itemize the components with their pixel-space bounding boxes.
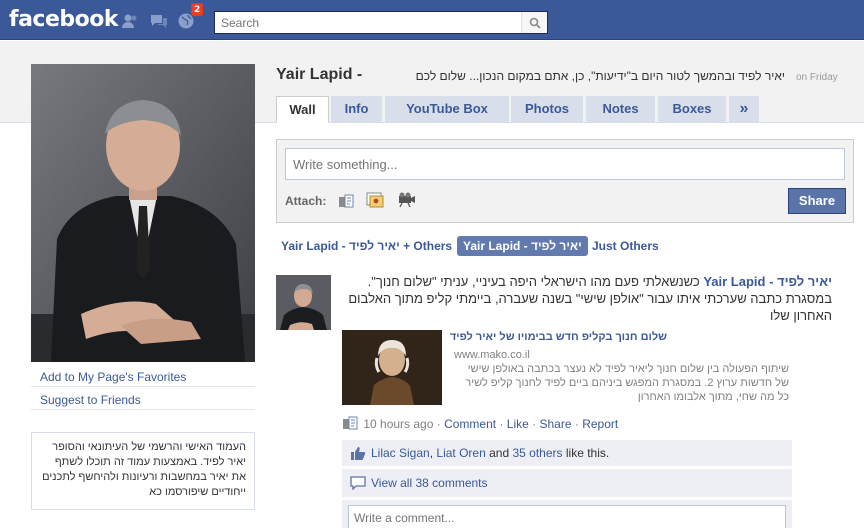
story-author-avatar[interactable]: [276, 275, 331, 330]
story-meta: 10 hours ago · Comment · Like · Share · …: [342, 415, 618, 431]
facebook-logo[interactable]: facebook: [9, 7, 119, 32]
story-author-name-he[interactable]: יאיר לפיד: [777, 274, 832, 289]
tab-youtube-box[interactable]: YouTube Box: [385, 96, 509, 122]
filter-just-others[interactable]: Just Others: [592, 236, 659, 256]
story-author-name-en[interactable]: Yair Lapid -: [703, 274, 773, 289]
search-icon: [529, 17, 541, 29]
liker-name[interactable]: Lilac Sigan: [371, 446, 430, 460]
search-box: [214, 11, 548, 34]
add-to-favorites-link[interactable]: Add to My Page's Favorites: [31, 365, 255, 387]
share-link[interactable]: Share: [540, 417, 572, 431]
likes-others-link[interactable]: 35 others: [512, 446, 562, 460]
view-all-comments-row: View all 38 comments: [342, 469, 792, 497]
attach-photo-icon[interactable]: [365, 191, 385, 209]
likes-suffix-text: like this.: [565, 446, 610, 460]
link-attachment-domain: www.mako.co.il: [454, 349, 530, 361]
thumbs-up-icon: [351, 447, 366, 460]
share-button[interactable]: Share: [788, 188, 846, 214]
search-input[interactable]: [215, 12, 521, 33]
status-composer-input[interactable]: [285, 148, 845, 180]
friend-requests-icon[interactable]: [120, 11, 140, 31]
tab-boxes[interactable]: Boxes: [658, 96, 726, 122]
filter-page-only[interactable]: Yair Lapid - יאיר לפיד: [457, 236, 588, 256]
likes-and-text: and: [489, 446, 510, 460]
tab-info[interactable]: Info: [331, 96, 382, 122]
link-attachment-title[interactable]: שלום חנוך בקליפ חדש בבימויו של יאיר לפיד: [450, 331, 667, 343]
tab-photos[interactable]: Photos: [511, 96, 583, 122]
tab-wall[interactable]: Wall: [276, 96, 329, 123]
comment-link[interactable]: Comment: [444, 417, 496, 431]
top-bar: facebook 2: [0, 0, 864, 40]
suggest-to-friends-link[interactable]: Suggest to Friends: [31, 388, 255, 410]
report-link[interactable]: Report: [582, 417, 618, 431]
search-button[interactable]: [521, 12, 547, 33]
attach-video-icon[interactable]: [396, 191, 416, 209]
link-post-icon: [343, 416, 358, 430]
comment-composer: [342, 500, 792, 528]
attach-status-icon[interactable]: [336, 191, 356, 209]
notifications-badge: 2: [191, 3, 204, 16]
comment-input[interactable]: [348, 505, 786, 528]
tab-notes[interactable]: Notes: [586, 96, 655, 122]
comments-icon: [350, 476, 366, 490]
story-message: יאיר לפיד Yair Lapid - כשנשאלתי פעם מהו …: [342, 273, 832, 324]
liker-name[interactable]: Liat Oren: [436, 446, 485, 460]
messages-icon[interactable]: [149, 11, 169, 31]
status-text: יאיר לפיד ובהמשך לטור היום ב"ידיעות", כן…: [415, 69, 785, 83]
likes-summary: Lilac Sigan, Liat Oren and 35 others lik…: [342, 440, 792, 466]
profile-bio: העמוד האישי והרשמי של העיתונאי והסופר יא…: [31, 432, 255, 510]
filter-page-and-others[interactable]: Yair Lapid - יאיר לפיד + Others: [281, 236, 452, 256]
attach-label: Attach:: [285, 194, 327, 208]
status-time[interactable]: on Friday: [796, 72, 838, 83]
profile-header: Yair Lapid - יאיר לפיד ובהמשך לטור היום …: [276, 66, 846, 88]
link-attachment-description: שיתוף הפעולה בין שלום חנוך ליאיר לפיד לא…: [465, 363, 789, 403]
tabs-more-button[interactable]: »: [729, 96, 759, 122]
view-all-comments-link[interactable]: View all 38 comments: [371, 476, 488, 490]
like-link[interactable]: Like: [507, 417, 529, 431]
publisher: Attach: Share: [276, 139, 854, 223]
page-title: Yair Lapid -: [276, 66, 363, 83]
story-timestamp[interactable]: 10 hours ago: [363, 417, 433, 431]
profile-picture[interactable]: [31, 64, 255, 362]
link-attachment-thumbnail[interactable]: [342, 330, 442, 405]
